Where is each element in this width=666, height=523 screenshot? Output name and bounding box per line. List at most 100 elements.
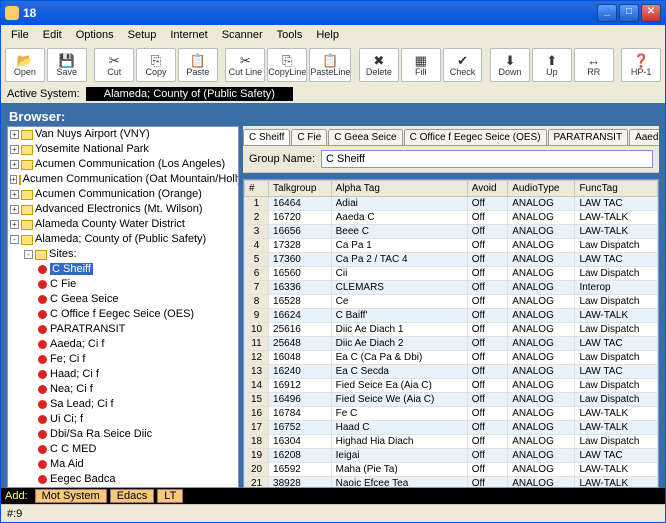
tree-folder[interactable]: +Van Nuys Airport (VNY) xyxy=(10,127,238,142)
menu-setup[interactable]: Setup xyxy=(122,27,163,43)
fill-button[interactable]: ▦Fill xyxy=(401,48,441,82)
tree-folder-open[interactable]: -Alameda; County of (Public Safety) xyxy=(10,232,238,247)
menu-edit[interactable]: Edit xyxy=(37,27,68,43)
table-row[interactable]: 2016592Maha (Pie Ta)OffANALOGLAW-TALK xyxy=(245,463,658,477)
expand-icon[interactable]: + xyxy=(10,205,19,214)
tree-item[interactable]: Dbi/Sa Ra Seice Diic xyxy=(24,427,238,442)
expand-icon[interactable]: + xyxy=(10,160,19,169)
table-row[interactable]: 316656Beee COffANALOGLAW-TALK xyxy=(245,225,658,239)
add-lt[interactable]: LT xyxy=(157,489,183,503)
table-row[interactable]: 1316240Ea C SecdaOffANALOGLAW TAC xyxy=(245,365,658,379)
menu-scanner[interactable]: Scanner xyxy=(216,27,269,43)
table-row[interactable]: 1516496Fied Seice We (Aia C)OffANALOGLaw… xyxy=(245,393,658,407)
pasteline-button[interactable]: 📋PasteLine xyxy=(309,48,351,82)
table-row[interactable]: 1125648Diic Ae Diach 2OffANALOGLAW TAC xyxy=(245,337,658,351)
tree-item[interactable]: Fe; Ci f xyxy=(24,352,238,367)
tree-item[interactable]: C C MED xyxy=(24,442,238,457)
group-name-input[interactable] xyxy=(321,150,653,168)
close-button[interactable]: ✕ xyxy=(641,4,661,22)
expand-icon[interactable]: + xyxy=(10,190,19,199)
table-row[interactable]: 1216048Ea C (Ca Pa & Dbi)OffANALOGLaw Di… xyxy=(245,351,658,365)
tree-item[interactable]: Nea; Ci f xyxy=(24,382,238,397)
column-header[interactable]: Alpha Tag xyxy=(331,181,467,197)
app-window: 18 _ □ ✕ FileEditOptionsSetupInternetSca… xyxy=(0,0,666,523)
column-header[interactable]: Avoid xyxy=(467,181,507,197)
tab[interactable]: C Geea Seice xyxy=(328,129,402,145)
table-row[interactable]: 116464AdiaiOffANALOGLAW TAC xyxy=(245,197,658,211)
delete-button[interactable]: ✖Delete xyxy=(359,48,399,82)
check-button[interactable]: ✔Check xyxy=(443,48,483,82)
tree-item[interactable]: Ma Aid xyxy=(24,457,238,472)
tree-sites[interactable]: -Sites: xyxy=(24,247,238,262)
collapse-icon[interactable]: - xyxy=(24,250,33,259)
tree-folder[interactable]: +Yosemite National Park xyxy=(10,142,238,157)
column-header[interactable]: FuncTag xyxy=(575,181,658,197)
tree-item[interactable]: C Sheiff xyxy=(24,262,238,277)
maximize-button[interactable]: □ xyxy=(619,4,639,22)
expand-icon[interactable]: + xyxy=(10,175,17,184)
expand-icon[interactable]: + xyxy=(10,145,19,154)
menu-file[interactable]: File xyxy=(5,27,35,43)
down-button[interactable]: ⬇Down xyxy=(490,48,530,82)
tab[interactable]: C Sheiff xyxy=(243,129,290,145)
rr-button[interactable]: ↔RR xyxy=(574,48,614,82)
tab[interactable]: C Office f Eegec Seice (OES) xyxy=(404,129,547,145)
talkgroup-grid[interactable]: #TalkgroupAlpha TagAvoidAudioTypeFuncTag… xyxy=(243,179,659,488)
open-button[interactable]: 📂Open xyxy=(5,48,45,82)
menu-internet[interactable]: Internet xyxy=(164,27,213,43)
tree-folder[interactable]: +Acumen Communication (Orange) xyxy=(10,187,238,202)
add-mot-system[interactable]: Mot System xyxy=(35,489,107,503)
copy-button[interactable]: ⎘Copy xyxy=(136,48,176,82)
titlebar[interactable]: 18 _ □ ✕ xyxy=(1,1,665,25)
tree-item[interactable]: C Fie xyxy=(24,277,238,292)
table-row[interactable]: 1816304Highad Hia DiachOffANALOGLaw Disp… xyxy=(245,435,658,449)
tree-item[interactable]: Sa Lead; Ci f xyxy=(24,397,238,412)
tree-item[interactable]: Aaeda; Ci f xyxy=(24,337,238,352)
menu-help[interactable]: Help xyxy=(310,27,345,43)
table-row[interactable]: 616560CiiOffANALOGLaw Dispatch xyxy=(245,267,658,281)
table-row[interactable]: 417328Ca Pa 1OffANALOGLaw Dispatch xyxy=(245,239,658,253)
menu-tools[interactable]: Tools xyxy=(271,27,309,43)
tab[interactable]: Aaeda; Ci f xyxy=(629,129,659,145)
collapse-icon[interactable]: - xyxy=(10,235,19,244)
table-row[interactable]: 816528CeOffANALOGLaw Dispatch xyxy=(245,295,658,309)
column-header[interactable]: AudioType xyxy=(508,181,575,197)
table-row[interactable]: 1716752Haad COffANALOGLAW-TALK xyxy=(245,421,658,435)
tree-folder[interactable]: +Acumen Communication (Los Angeles) xyxy=(10,157,238,172)
table-row[interactable]: 216720Aaeda COffANALOGLAW-TALK xyxy=(245,211,658,225)
copyline-button[interactable]: ⎘CopyLine xyxy=(267,48,307,82)
table-row[interactable]: 1025616Diic Ae Diach 1OffANALOGLaw Dispa… xyxy=(245,323,658,337)
tree-item[interactable]: Ui Ci; f xyxy=(24,412,238,427)
tree-item[interactable]: PARATRANSIT xyxy=(24,322,238,337)
expand-icon[interactable]: + xyxy=(10,220,19,229)
table-row[interactable]: 517360Ca Pa 2 / TAC 4OffANALOGLAW TAC xyxy=(245,253,658,267)
menu-options[interactable]: Options xyxy=(70,27,120,43)
tree-folder[interactable]: +Acumen Communication (Oat Mountain/Holl… xyxy=(10,172,238,187)
minimize-button[interactable]: _ xyxy=(597,4,617,22)
tree-item[interactable]: Eegec Badca xyxy=(24,472,238,487)
hp1-button[interactable]: ❓HP-1 xyxy=(621,48,661,82)
cutline-button[interactable]: ✂Cut Line xyxy=(225,48,265,82)
tree-item[interactable]: Haad; Ci f xyxy=(24,367,238,382)
save-button[interactable]: 💾Save xyxy=(47,48,87,82)
tree-item[interactable]: C Office f Eegec Seice (OES) xyxy=(24,307,238,322)
expand-icon[interactable]: + xyxy=(10,130,19,139)
tree-folder[interactable]: +Advanced Electronics (Mt. Wilson) xyxy=(10,202,238,217)
tab[interactable]: PARATRANSIT xyxy=(548,129,629,145)
add-edacs[interactable]: Edacs xyxy=(110,489,155,503)
tree-folder[interactable]: +Alameda County Water District xyxy=(10,217,238,232)
table-row[interactable]: 1416912Fied Seice Ea (Aia C)OffANALOGLaw… xyxy=(245,379,658,393)
table-row[interactable]: 916624C Baiff'OffANALOGLAW-TALK xyxy=(245,309,658,323)
tree-pane[interactable]: +Van Nuys Airport (VNY)+Yosemite Nationa… xyxy=(7,126,239,488)
tree-item[interactable]: C Geea Seice xyxy=(24,292,238,307)
column-header[interactable]: # xyxy=(245,181,269,197)
column-header[interactable]: Talkgroup xyxy=(269,181,332,197)
paste-button[interactable]: 📋Paste xyxy=(178,48,218,82)
table-row[interactable]: 1916208IeigaiOffANALOGLAW TAC xyxy=(245,449,658,463)
tab[interactable]: C Fie xyxy=(291,129,327,145)
up-button[interactable]: ⬆Up xyxy=(532,48,572,82)
table-row[interactable]: 716336CLEMARSOffANALOGInterop xyxy=(245,281,658,295)
table-row[interactable]: 2138928Naoic Efcee TeaOffANALOGLAW-TALK xyxy=(245,477,658,489)
table-row[interactable]: 1616784Fe COffANALOGLAW-TALK xyxy=(245,407,658,421)
cut-button[interactable]: ✂Cut xyxy=(94,48,134,82)
